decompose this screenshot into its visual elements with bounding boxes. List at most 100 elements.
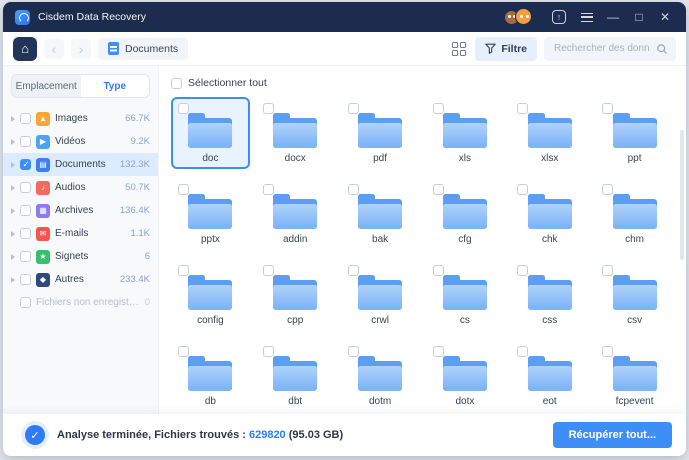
folder-checkbox[interactable] [348,103,359,114]
folder-checkbox[interactable] [263,184,274,195]
folder-cell[interactable]: config [171,259,250,331]
folder-cell[interactable]: cs [426,259,505,331]
expand-caret-icon[interactable] [11,185,15,191]
folder-checkbox[interactable] [178,346,189,357]
forward-button[interactable]: › [71,39,91,59]
folder-checkbox[interactable] [263,265,274,276]
folder-checkbox[interactable] [348,265,359,276]
folder-cell[interactable]: xlsx [510,97,589,169]
folder-cell[interactable]: eot [510,340,589,412]
folder-cell[interactable]: dotx [426,340,505,412]
folder-checkbox[interactable] [602,265,613,276]
scan-size: (95.03 GB) [286,429,343,441]
folder-cell[interactable]: doc [171,97,250,169]
menu-icon[interactable] [578,8,596,26]
category-checkbox[interactable] [20,251,31,262]
sidebar-category-row[interactable]: ♪ Audios 50.7K [3,176,158,199]
breadcrumb[interactable]: Documents [98,38,188,60]
close-button[interactable]: ✕ [656,8,674,26]
folder-cell[interactable]: ppt [595,97,674,169]
minimize-button[interactable]: — [604,8,622,26]
folder-checkbox[interactable] [602,103,613,114]
funnel-icon [485,43,496,54]
folder-checkbox[interactable] [178,265,189,276]
sidebar-category-row[interactable]: Fichiers non enregistrés 0 [3,291,158,314]
category-checkbox[interactable] [20,228,31,239]
expand-caret-icon[interactable] [11,277,15,283]
folder-cell[interactable]: fcpevent [595,340,674,412]
folder-cell[interactable]: db [171,340,250,412]
folder-cell[interactable]: css [510,259,589,331]
folder-cell[interactable]: dotm [341,340,420,412]
search-box[interactable] [544,37,676,61]
sidebar-category-row[interactable]: ▦ Archives 136.4K [3,199,158,222]
folder-cell[interactable]: pdf [341,97,420,169]
folder-cell[interactable]: dbt [256,340,335,412]
sidebar-category-row[interactable]: ✉ E-mails 1.1K [3,222,158,245]
folder-cell[interactable]: pptx [171,178,250,250]
folder-checkbox[interactable] [517,184,528,195]
category-count: 50.7K [125,182,150,193]
folder-cell[interactable]: cpp [256,259,335,331]
folder-cell[interactable]: xls [426,97,505,169]
category-label: Images [55,113,120,124]
folder-cell[interactable]: bak [341,178,420,250]
folder-checkbox[interactable] [602,184,613,195]
sidebar-category-row[interactable]: ▤ Documents 132.3K [3,153,158,176]
category-checkbox[interactable] [20,136,31,147]
category-checkbox[interactable] [20,274,31,285]
folder-checkbox[interactable] [178,103,189,114]
folder-checkbox[interactable] [263,346,274,357]
folder-checkbox[interactable] [433,184,444,195]
folder-cell[interactable]: cfg [426,178,505,250]
sidebar-category-row[interactable]: ◆ Autres 233.4K [3,268,158,291]
grid-view-icon[interactable] [452,42,466,56]
back-button[interactable]: ‹ [44,39,64,59]
folder-checkbox[interactable] [178,184,189,195]
expand-caret-icon[interactable] [11,231,15,237]
scrollbar[interactable] [680,130,684,260]
app-window: Cisdem Data Recovery ↑ — □ ✕ ⌂ ‹ › Docum… [3,2,686,456]
sidebar-tab[interactable]: Emplacement [12,75,81,97]
home-button[interactable]: ⌂ [13,37,37,61]
search-input[interactable] [552,42,652,55]
sidebar-category-row[interactable]: ▲ Images 66.7K [3,107,158,130]
folder-cell[interactable]: addin [256,178,335,250]
folder-cell[interactable]: csv [595,259,674,331]
recover-all-button[interactable]: Récupérer tout... [553,422,672,448]
category-checkbox[interactable] [20,297,31,308]
gift-icon[interactable]: ↑ [552,10,566,24]
category-checkbox[interactable] [20,205,31,216]
folder-checkbox[interactable] [517,103,528,114]
folder-checkbox[interactable] [433,103,444,114]
folder-checkbox[interactable] [263,103,274,114]
sidebar-category-row[interactable]: ★ Signets 6 [3,245,158,268]
category-checkbox[interactable] [20,113,31,124]
expand-caret-icon[interactable] [11,208,15,214]
sidebar-category-row[interactable]: ▶ Vidéos 9.2K [3,130,158,153]
folder-checkbox[interactable] [602,346,613,357]
folder-cell[interactable]: chm [595,178,674,250]
folder-checkbox[interactable] [433,265,444,276]
category-checkbox[interactable] [20,159,31,170]
folder-cell[interactable]: chk [510,178,589,250]
owl-mascot-icon[interactable] [505,8,532,26]
sidebar-tab[interactable]: Type [81,75,150,97]
folder-cell[interactable]: docx [256,97,335,169]
category-icon: ◆ [36,273,50,287]
category-checkbox[interactable] [20,182,31,193]
folder-checkbox[interactable] [348,184,359,195]
folder-checkbox[interactable] [517,265,528,276]
expand-caret-icon[interactable] [11,116,15,122]
maximize-button[interactable]: □ [630,8,648,26]
filter-button[interactable]: Filtre [475,37,537,61]
select-all-checkbox[interactable] [171,78,182,89]
folder-checkbox[interactable] [517,346,528,357]
folder-checkbox[interactable] [433,346,444,357]
category-icon: ✉ [36,227,50,241]
folder-cell[interactable]: crwl [341,259,420,331]
expand-caret-icon[interactable] [11,139,15,145]
expand-caret-icon[interactable] [11,162,15,168]
folder-checkbox[interactable] [348,346,359,357]
expand-caret-icon[interactable] [11,254,15,260]
